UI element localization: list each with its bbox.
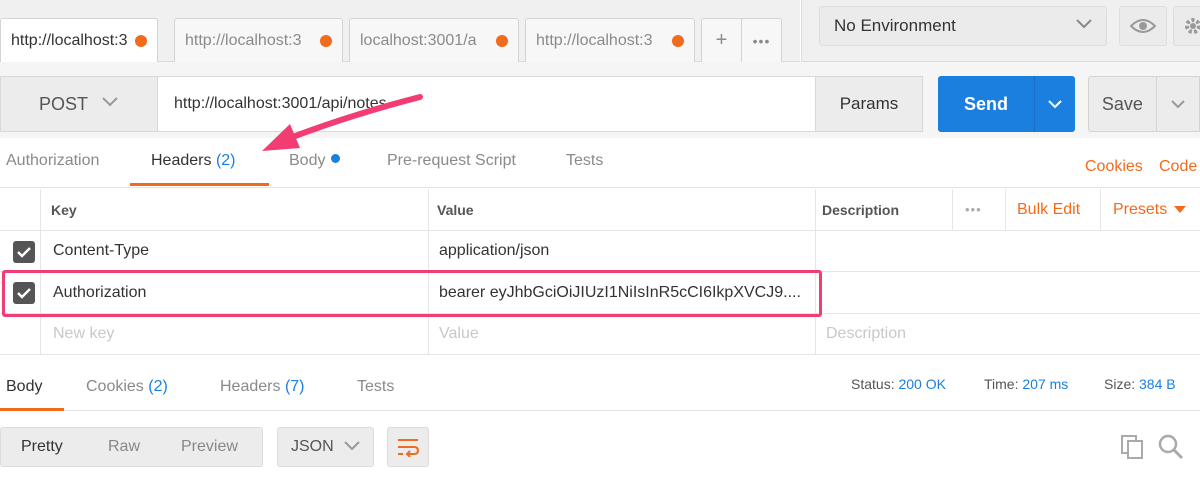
format-select[interactable]: JSON [277,427,374,467]
response-tab-headers[interactable]: Headers (7) [220,378,305,396]
time-value: 207 ms [1022,376,1069,392]
status-value: 200 OK [898,376,946,392]
response-tab-cookies-count: (2) [148,378,168,395]
view-mode-selector: Pretty Raw Preview [0,427,263,467]
size-value: 384 B [1139,376,1176,392]
format-select-value: JSON [291,438,334,455]
wrap-lines-button[interactable] [387,427,429,467]
response-tab-headers-label: Headers [220,378,281,395]
search-icon[interactable] [1158,434,1184,460]
status-label: Status: [851,376,895,392]
view-mode-raw[interactable]: Raw [108,438,140,456]
chevron-down-icon [344,441,360,451]
wrap-lines-icon [398,439,420,457]
view-mode-preview[interactable]: Preview [181,438,238,456]
response-tab-body[interactable]: Body [6,378,42,396]
response-tab-cookies-label: Cookies [86,378,144,395]
view-mode-pretty[interactable]: Pretty [21,438,63,456]
response-size: Size: 384 B [1104,376,1176,392]
response-tab-tests[interactable]: Tests [357,378,394,396]
response-section-tabs: Body Cookies (2) Headers (7) Tests Statu… [0,356,1200,411]
copy-icon[interactable] [1120,434,1144,460]
response-status: Status: 200 OK [851,376,946,392]
response-toolbar: Pretty Raw Preview JSON [0,412,1200,483]
time-label: Time: [984,376,1019,392]
size-label: Size: [1104,376,1136,392]
response-tab-headers-count: (7) [284,378,305,395]
response-tab-cookies[interactable]: Cookies (2) [86,378,168,396]
active-tab-indicator [0,408,64,411]
response-time: Time: 207 ms [984,376,1068,392]
